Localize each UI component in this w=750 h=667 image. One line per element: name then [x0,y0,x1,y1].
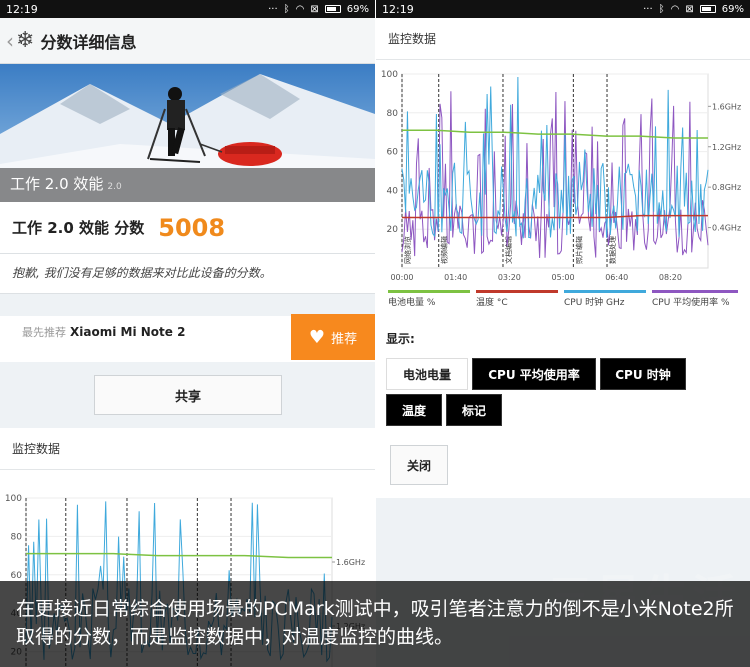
left-phone-screen: 12:19 ··· ᛒ ◠ ⊠ 69% ‹ ❄ 分数详细信息 工作 2.0 效能… [0,0,375,667]
filter-cpu-clock[interactable]: CPU 时钟 [600,358,686,390]
y-tick-label: 80 [387,109,399,119]
y2-tick-label: 1.6GHz [336,558,365,567]
bluetooth-icon: ᛒ [283,3,290,15]
x-tick-label: 06:40 [605,273,628,282]
score-value: 5008 [158,213,226,242]
x-tick-label: 01:40 [444,273,467,282]
y-tick-label: 100 [381,70,398,80]
screenshot-root: 12:19 ··· ᛒ ◠ ⊠ 69% ‹ ❄ 分数详细信息 工作 2.0 效能… [0,0,750,667]
article-caption: 在更接近日常综合使用场景的PCMark测试中，吸引笔者注意力的倒不是小米Note… [0,581,750,667]
notification-icon: ⊠ [310,3,319,15]
bluetooth-icon: ᛒ [658,3,665,15]
chart-legend: 电池电量 % 温度 °C CPU 时钟 GHz CPU 平均使用率 % [388,290,738,310]
legend-cpu-usage: CPU 平均使用率 % [652,290,738,308]
monitor-title-right: 监控数据 [376,18,750,60]
y-tick-label: 20 [387,225,399,235]
recommendation-row: 最先推荐 Xiaomi Mi Note 2 ♥ 推荐 [0,314,375,362]
legend-temperature: 温度 °C [476,290,558,308]
comparison-note: 抱歉, 我们没有足够的数据来对比此设备的分数。 [0,254,375,294]
legend-cpu-clock: CPU 时钟 GHz [564,290,646,308]
test-marker-label: 文档编辑 [504,236,513,264]
app-header: ‹ ❄ 分数详细信息 [0,18,375,64]
display-label: 显示: [386,332,415,346]
benchmark-hero-image: 工作 2.0 效能 2.0 [0,64,375,202]
score-label: 工作 2.0 效能 分数 [12,219,145,237]
monitor-title-left: 监控数据 [0,428,375,470]
y-tick-label: 60 [387,148,399,158]
filter-cpu-usage[interactable]: CPU 平均使用率 [472,358,596,390]
status-bar-right: 12:19 ··· ᛒ ◠ ⊠ 69% [376,0,750,18]
heart-icon: ♥ [308,326,326,348]
test-marker-label: 网络浏览 [403,236,412,264]
score-row: 工作 2.0 效能 分数 5008 [0,202,375,254]
y2-tick-label: 0.4GHz [712,224,741,233]
filter-battery[interactable]: 电池电量 [386,358,468,390]
status-time-right: 12:19 [382,2,414,16]
back-icon[interactable]: ‹ [6,29,14,53]
y-tick-label: 60 [11,571,23,581]
signal-icon: ··· [643,3,653,15]
monitor-chart-right: 20 40 60 80 100 0.4GHz 0.8GHz 1.2GHz 1.6GHz 00:00… [381,70,741,282]
y-tick-label: 40 [387,186,399,196]
x-tick-label: 08:20 [659,273,682,282]
page-title: 分数详细信息 [40,32,137,52]
filter-temperature[interactable]: 温度 [386,394,442,426]
status-time: 12:19 [6,2,38,16]
battery-icon [324,5,341,13]
x-tick-label: 03:20 [498,273,521,282]
recommended-device: Xiaomi Mi Note 2 [70,325,186,339]
battery-icon [699,5,716,13]
y2-tick-label: 0.8GHz [712,183,741,192]
x-tick-label: 05:00 [552,273,575,282]
y-tick-label: 100 [5,494,22,504]
legend-battery: 电池电量 % [388,290,470,308]
recommend-button[interactable]: ♥ 推荐 [291,314,375,360]
wifi-icon: ◠ [295,3,305,15]
notification-icon: ⊠ [685,3,694,15]
battery-percent-right: 69% [721,3,744,15]
recommend-prefix: 最先推荐 [22,326,66,339]
x-tick-label: 00:00 [390,273,413,282]
battery-percent: 69% [346,3,369,15]
y2-tick-label: 1.2GHz [712,143,741,152]
snowflake-icon: ❄ [16,28,35,53]
test-marker-label: 照片编辑 [574,236,583,264]
wifi-icon: ◠ [670,3,680,15]
monitor-card-right: 监控数据 20 40 60 80 100 0.4GHz 0.8GHz 1.2GHz 1.6GHz… [376,18,750,498]
close-button[interactable]: 关闭 [390,445,448,485]
share-button[interactable]: 共享 [94,375,282,415]
filter-markers[interactable]: 标记 [446,394,502,426]
status-bar: 12:19 ··· ᛒ ◠ ⊠ 69% [0,0,375,18]
signal-icon: ··· [268,3,278,15]
y2-tick-label: 1.6GHz [712,102,741,111]
y-tick-label: 80 [11,532,23,542]
hero-test-name: 工作 2.0 效能 2.0 [10,175,122,193]
